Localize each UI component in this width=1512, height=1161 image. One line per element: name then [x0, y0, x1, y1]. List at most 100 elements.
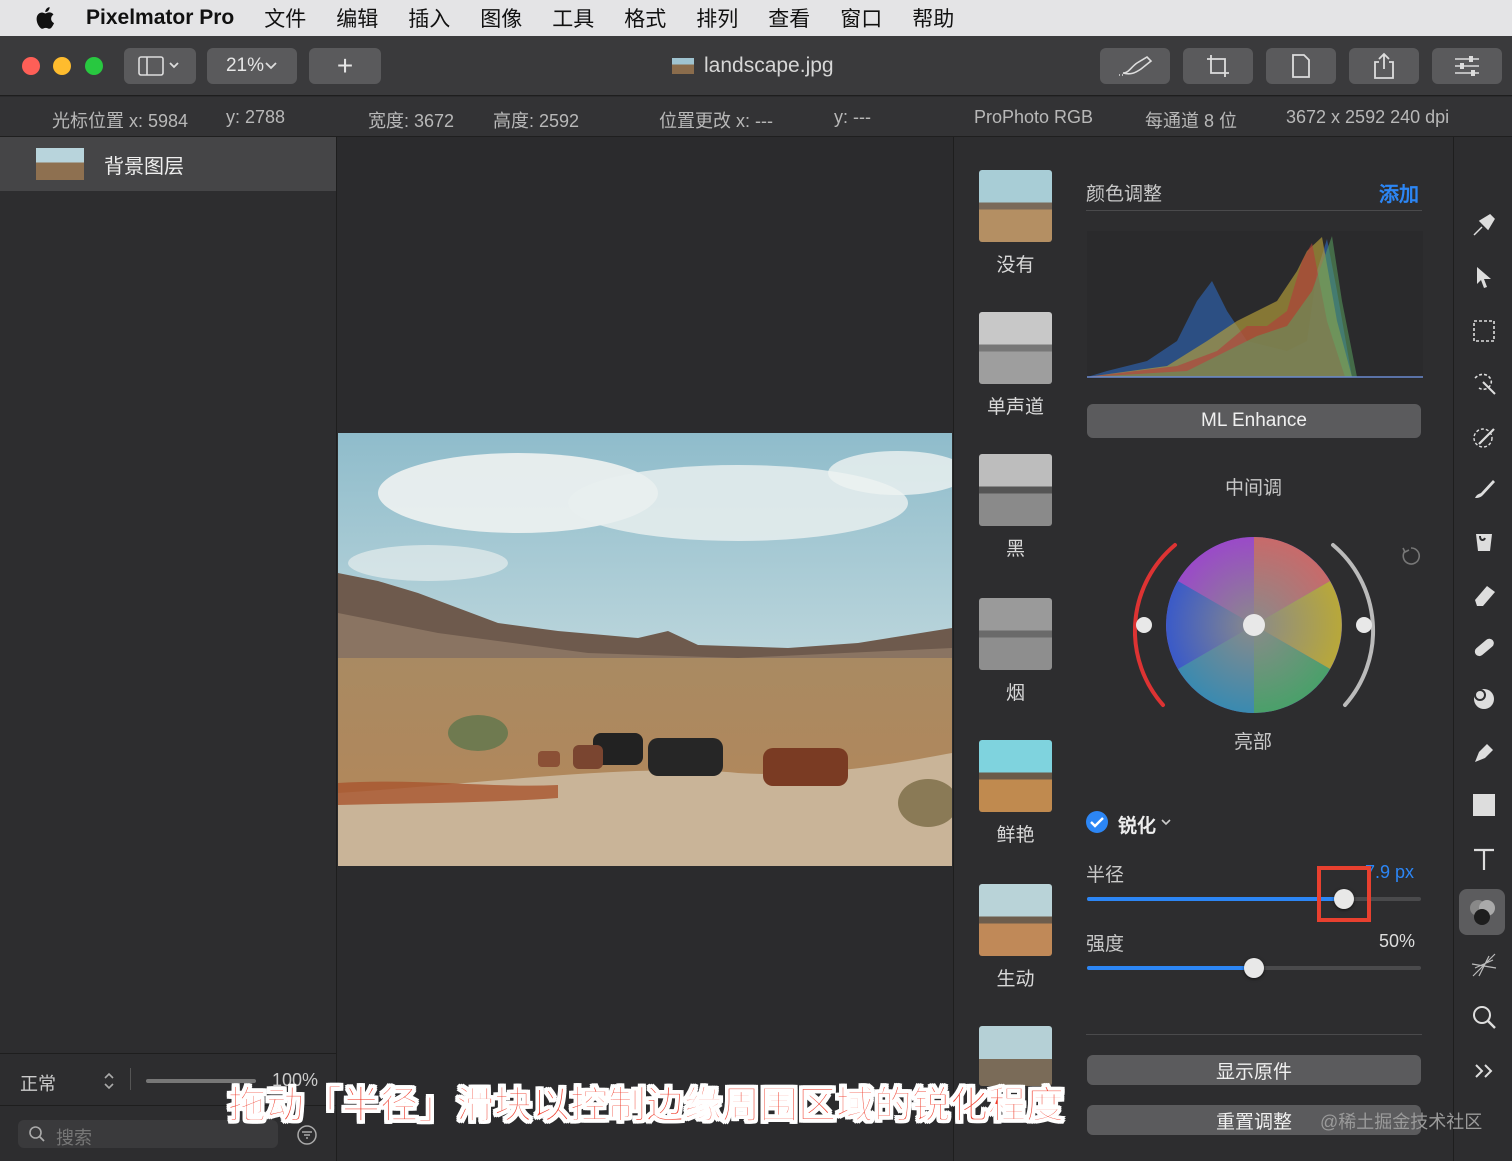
brush-icon: [1475, 480, 1495, 498]
sidebar-toggle-button[interactable]: [124, 48, 196, 84]
intensity-slider-knob[interactable]: [1244, 958, 1264, 978]
preset-thumbnail: [979, 170, 1052, 242]
height-readout: 高度: 2592: [493, 111, 580, 131]
landscape-photo[interactable]: [338, 433, 952, 866]
color-wheel[interactable]: [1133, 529, 1378, 739]
zoom-dropdown[interactable]: 21%: [207, 48, 297, 84]
brush-stroke-icon: [1119, 55, 1153, 76]
sliders-icon: [1455, 56, 1479, 76]
width-readout: 宽度: 3672: [368, 111, 455, 131]
preset-label: 生动: [996, 969, 1035, 990]
menu-help[interactable]: 帮助: [912, 3, 954, 33]
apple-logo-icon[interactable]: [32, 4, 60, 32]
preset-vibrant[interactable]: 鲜艳: [979, 740, 1052, 847]
pen-tool[interactable]: [1466, 735, 1502, 771]
color-circles-icon: [1470, 900, 1495, 925]
marquee-select-icon: [1473, 320, 1495, 342]
adjustments-panel: 颜色调整 添加 ML Enhance 中间调 亮部 锐化 半径 7.9 px 强…: [1073, 137, 1453, 1161]
color-adjustments-title: 颜色调整: [1086, 184, 1163, 205]
preset-none[interactable]: 没有: [979, 170, 1052, 277]
highlights-label: 亮部: [1234, 732, 1273, 753]
ml-enhance-button[interactable]: ML Enhance: [1087, 404, 1421, 438]
preset-smoke[interactable]: 烟: [979, 598, 1052, 705]
radius-slider[interactable]: [1087, 866, 1421, 922]
color-picker-tool[interactable]: [1466, 419, 1502, 455]
bit-depth: 每通道 8 位: [1145, 111, 1238, 131]
erase-tool[interactable]: [1466, 577, 1502, 613]
preset-thumbnail: [979, 740, 1052, 812]
paint-tool[interactable]: [1466, 471, 1502, 507]
preset-black[interactable]: 黑: [979, 454, 1052, 561]
minimize-window-button[interactable]: [53, 57, 71, 75]
reset-wheel-icon[interactable]: [1400, 545, 1422, 567]
selection-tool[interactable]: [1466, 313, 1502, 349]
text-icon: [1474, 848, 1494, 870]
layer-name: 背景图层: [104, 155, 184, 178]
show-original-label: 显示原件: [1215, 1061, 1292, 1083]
tutorial-caption: 拖动「半径」滑块以控制边缘周围区域的锐化程度: [227, 1085, 1065, 1128]
quick-select-tool[interactable]: [1466, 365, 1502, 401]
color-adjust-tool[interactable]: [1459, 889, 1505, 935]
preset-thumbnail: [979, 312, 1052, 384]
preset-vivid[interactable]: 生动: [979, 884, 1052, 991]
preset-thumbnail: [979, 454, 1052, 526]
retouch-button[interactable]: [1100, 48, 1170, 84]
sharpen-checkbox[interactable]: [1085, 810, 1109, 834]
menu-format[interactable]: 格式: [624, 3, 666, 33]
more-tools-button[interactable]: [1466, 1053, 1502, 1089]
menu-view[interactable]: 查看: [768, 3, 810, 33]
radius-value: 7.9 px: [1365, 862, 1415, 882]
adjustments-button[interactable]: [1432, 48, 1502, 84]
crop-button[interactable]: [1183, 48, 1253, 84]
app-menu[interactable]: Pixelmator Pro: [86, 6, 234, 30]
preset-mono[interactable]: 单声道: [979, 312, 1052, 419]
arrange-tool[interactable]: [1466, 259, 1502, 295]
paint-bucket-icon: [1476, 534, 1492, 551]
effects-tool[interactable]: [1466, 947, 1502, 983]
canvas-area[interactable]: [338, 137, 952, 1161]
document-title: landscape.jpg: [672, 54, 834, 78]
menu-insert[interactable]: 插入: [408, 3, 450, 33]
double-chevron-right-icon: [1475, 1064, 1493, 1078]
zoom-tool[interactable]: [1466, 999, 1502, 1035]
reset-adjustments-label: 重置调整: [1215, 1111, 1292, 1133]
magnifier-icon: [1473, 1006, 1496, 1029]
paint-brush-icon: [1473, 214, 1495, 236]
pointer-arrow-icon: [1477, 267, 1491, 288]
bandage-icon: [1474, 638, 1494, 657]
eyedropper-icon: [1473, 428, 1495, 448]
highlight-box: [1317, 866, 1371, 922]
menu-arrange[interactable]: 排列: [696, 3, 738, 33]
fill-tool[interactable]: [1466, 523, 1502, 559]
preset-thumbnail: [979, 598, 1052, 670]
menu-tools[interactable]: 工具: [552, 3, 594, 33]
chevron-down-icon[interactable]: [1160, 817, 1172, 827]
preset-thumbnail: [979, 884, 1052, 956]
add-button[interactable]: +: [309, 48, 381, 84]
share-button[interactable]: [1349, 48, 1419, 84]
intensity-slider[interactable]: [1087, 958, 1421, 978]
layer-item[interactable]: 背景图层: [0, 137, 336, 191]
retouch-tool[interactable]: [1466, 629, 1502, 665]
menu-file[interactable]: 文件: [264, 3, 306, 33]
menu-image[interactable]: 图像: [480, 3, 522, 33]
shape-tool[interactable]: [1466, 787, 1502, 823]
document-icon: [1292, 54, 1310, 78]
type-tool[interactable]: [1466, 841, 1502, 877]
menu-window[interactable]: 窗口: [840, 3, 882, 33]
page-button[interactable]: [1266, 48, 1336, 84]
close-window-button[interactable]: [22, 57, 40, 75]
menu-edit[interactable]: 编辑: [336, 3, 378, 33]
zoom-value: 21%: [225, 55, 265, 76]
updown-chevron-icon[interactable]: [102, 1071, 116, 1091]
zoom-window-button[interactable]: [85, 57, 103, 75]
style-tool[interactable]: [1466, 207, 1502, 243]
blend-mode-select[interactable]: 正常: [20, 1070, 56, 1096]
ml-enhance-label: ML Enhance: [1201, 410, 1307, 431]
sharpen-title[interactable]: 锐化: [1118, 811, 1156, 838]
tools-panel: [1453, 137, 1512, 1161]
show-original-button[interactable]: 显示原件: [1087, 1055, 1421, 1085]
distort-tool[interactable]: [1466, 681, 1502, 717]
add-adjustment-link[interactable]: 添加: [1379, 178, 1419, 207]
rectangle-icon: [1473, 794, 1495, 816]
